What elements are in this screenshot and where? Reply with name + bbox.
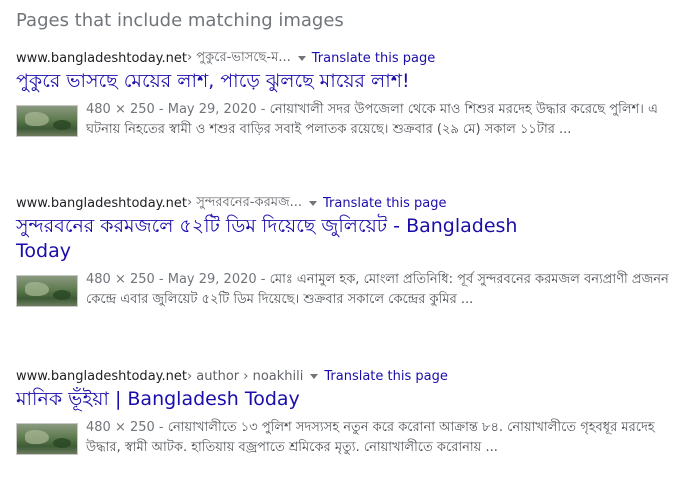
result-site: www.bangladeshtoday.net [16,195,187,211]
result-site: www.bangladeshtoday.net [16,368,187,384]
translate-link[interactable]: Translate this page [312,51,435,66]
result-body: 480 × 250 - নোয়াখালীতে ১৩ পুলিশ সদস্যসহ… [16,418,686,458]
result-meta: 480 × 250 - [86,420,168,435]
result-snippet-text: নোয়াখালীতে ১৩ পুলিশ সদস্যসহ নতুন করে কর… [86,420,655,455]
chevron-down-icon[interactable] [309,200,318,206]
translate-link[interactable]: Translate this page [323,196,446,211]
result-title-link[interactable]: সুন্দরবনের করমজলে ৫২টি ডিম দিয়েছে জুলিয… [16,214,576,264]
search-result: www.bangladeshtoday.net › author › noakh… [16,366,686,458]
result-thumbnail[interactable] [16,423,78,455]
search-result: www.bangladeshtoday.net › পুকুরে-ভাসছে-ম… [16,48,686,140]
result-meta: 480 × 250 - May 29, 2020 - [86,102,270,117]
result-body: 480 × 250 - May 29, 2020 - মোঃ এনামুল হক… [16,270,686,310]
result-title-link[interactable]: পুকুরে ভাসছে মেয়ের লাশ, পাড়ে ঝুলছে মায… [16,69,616,94]
result-breadcrumb: › সুন্দরবনের-করমজ... [186,194,303,210]
result-meta: 480 × 250 - May 29, 2020 - [86,272,270,287]
result-breadcrumb: › পুকুরে-ভাসছে-ম... [186,49,291,65]
result-thumbnail[interactable] [16,275,78,307]
chevron-down-icon[interactable] [310,373,319,379]
result-url[interactable]: www.bangladeshtoday.net › পুকুরে-ভাসছে-ম… [16,48,686,68]
result-snippet: 480 × 250 - নোয়াখালীতে ১৩ পুলিশ সদস্যসহ… [86,418,686,458]
result-title-link[interactable]: মানিক ভূঁইয়া | Bangladesh Today [16,387,616,412]
search-result: www.bangladeshtoday.net › সুন্দরবনের-করম… [16,193,686,310]
result-url[interactable]: www.bangladeshtoday.net › সুন্দরবনের-করম… [16,193,686,213]
chevron-down-icon[interactable] [297,55,306,61]
result-url[interactable]: www.bangladeshtoday.net › author › noakh… [16,366,686,386]
result-breadcrumb: › author › noakhili [186,368,304,384]
result-site: www.bangladeshtoday.net [16,50,187,66]
result-snippet: 480 × 250 - May 29, 2020 - মোঃ এনামুল হক… [86,270,686,310]
result-snippet: 480 × 250 - May 29, 2020 - নোয়াখালী সদর… [86,100,686,140]
result-thumbnail[interactable] [16,105,78,137]
translate-link[interactable]: Translate this page [324,369,447,384]
result-body: 480 × 250 - May 29, 2020 - নোয়াখালী সদর… [16,100,686,140]
section-heading: Pages that include matching images [16,10,344,31]
